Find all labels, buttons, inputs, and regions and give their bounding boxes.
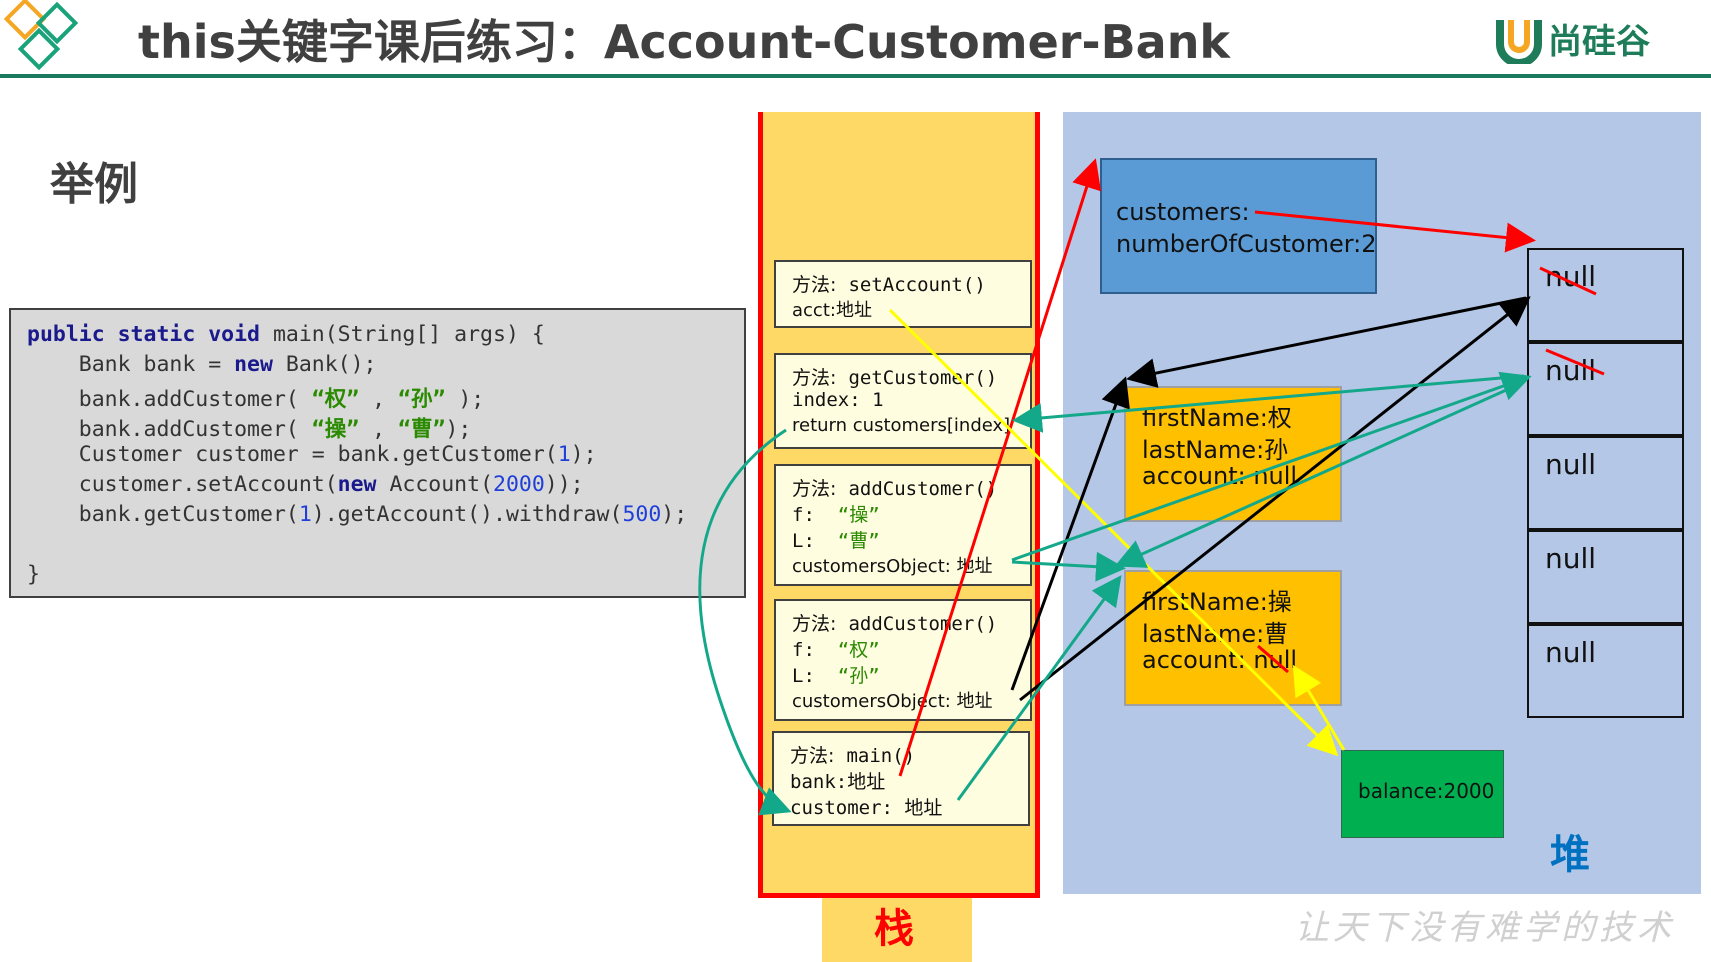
strike-null-1 [1539,266,1597,296]
arrow-customers-array [1254,210,1536,253]
arrows-overlay [698,158,1605,816]
strike-null-2 [1545,348,1605,376]
arrow-frame3-array [1011,371,1532,562]
arrow-frame4-customer1 [1010,376,1130,691]
arrow-array0-customer1 [1126,296,1527,388]
arrow-bank-ref [898,158,1102,777]
arrow-return-to-customer [698,428,792,816]
strike-account-null [1257,644,1289,674]
arrow-acct-account [888,308,1339,757]
arrow-array1-return [1012,374,1525,433]
arrow-frame4-array [1019,296,1531,702]
arrow-frame3-customer2 [1011,551,1126,582]
arrow-array1-customer2 [1114,380,1525,568]
arrow-customer-customer2 [956,575,1122,801]
